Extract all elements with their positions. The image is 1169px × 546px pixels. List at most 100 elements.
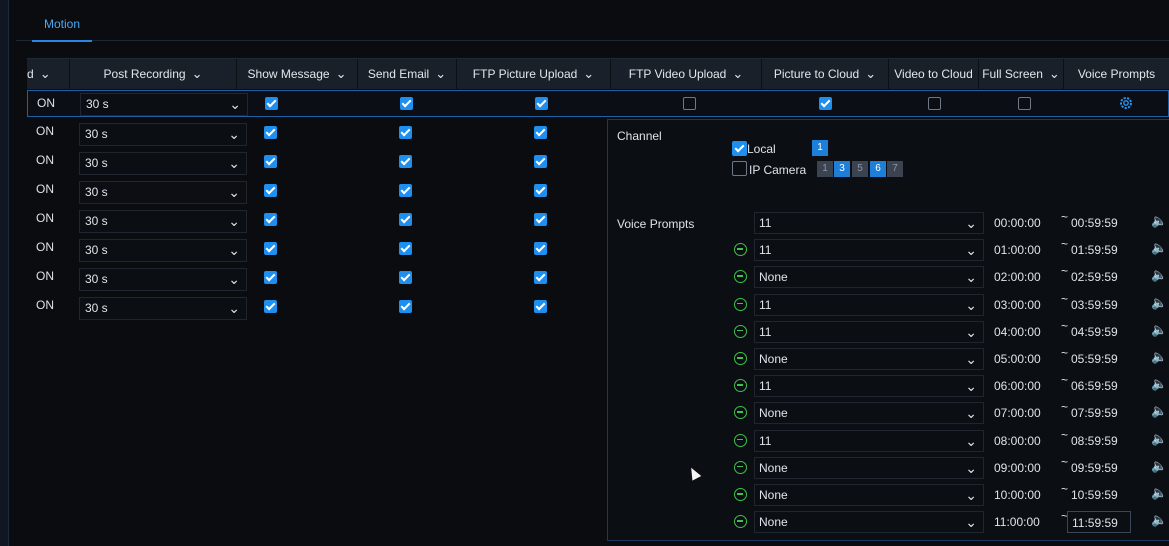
remove-circle-icon[interactable] — [734, 243, 747, 257]
end-time-field[interactable]: 09:59:59 — [1067, 457, 1131, 479]
local-channel-1[interactable]: 1 — [812, 140, 828, 156]
tab-motion[interactable]: Motion — [32, 16, 92, 42]
full-screen-checkbox[interactable] — [1018, 97, 1031, 110]
speaker-icon[interactable]: 🔈 — [1151, 404, 1167, 419]
ftp-picture-upload-checkbox[interactable] — [534, 126, 547, 139]
ftp-picture-upload-checkbox[interactable] — [534, 271, 547, 284]
voice-sound-select[interactable]: None ⌄ — [754, 266, 984, 289]
start-time-field[interactable]: 07:00:00 — [994, 402, 1058, 424]
speaker-icon[interactable]: 🔈 — [1151, 459, 1167, 474]
ip-camera-channel-1[interactable]: 1 — [817, 161, 833, 177]
voice-sound-select[interactable]: None ⌄ — [754, 484, 984, 506]
table-row[interactable]: ON 30 s ⌄ — [27, 178, 607, 206]
ftp-picture-upload-checkbox[interactable] — [534, 213, 547, 226]
table-row[interactable]: ON 30 s ⌄ — [27, 236, 607, 264]
speaker-icon[interactable]: 🔈 — [1151, 241, 1167, 256]
table-row[interactable]: ON 30 s ⌄ — [27, 294, 607, 322]
voice-sound-select[interactable]: 11 ⌄ — [754, 212, 984, 234]
show-message-checkbox[interactable] — [265, 97, 278, 110]
start-time-field[interactable]: 03:00:00 — [994, 294, 1058, 316]
table-row-selected[interactable]: ON 30 s ⌄ — [27, 90, 1169, 117]
send-email-checkbox[interactable] — [400, 97, 413, 110]
ftp-video-upload-checkbox[interactable] — [683, 97, 696, 110]
send-email-checkbox[interactable] — [399, 155, 412, 168]
voice-sound-select[interactable]: 11 ⌄ — [754, 429, 984, 452]
show-message-checkbox[interactable] — [264, 126, 277, 139]
remove-circle-icon[interactable] — [734, 270, 747, 284]
voice-sound-select[interactable]: None ⌄ — [754, 402, 984, 425]
speaker-icon[interactable]: 🔈 — [1151, 432, 1167, 447]
end-time-field[interactable]: 00:59:59 — [1067, 212, 1131, 234]
table-row[interactable]: ON 30 s ⌄ — [27, 149, 607, 177]
column-header-4[interactable]: FTP Picture Upload ⌄ — [457, 59, 611, 89]
end-time-field[interactable]: 11:59:59 — [1067, 511, 1131, 534]
column-header-3[interactable]: Send Email ⌄ — [358, 59, 457, 89]
speaker-icon[interactable]: 🔈 — [1151, 350, 1167, 365]
ftp-picture-upload-checkbox[interactable] — [534, 242, 547, 255]
end-time-field[interactable]: 03:59:59 — [1067, 294, 1131, 316]
speaker-icon[interactable]: 🔈 — [1151, 513, 1167, 528]
table-row[interactable]: ON 30 s ⌄ — [27, 120, 607, 148]
voice-sound-select[interactable]: None ⌄ — [754, 456, 984, 479]
end-time-field[interactable]: 10:59:59 — [1067, 484, 1131, 506]
remove-circle-icon[interactable] — [734, 406, 747, 420]
ip-camera-channel-7[interactable]: 7 — [887, 161, 903, 177]
remove-circle-icon[interactable] — [734, 352, 747, 365]
remove-circle-icon[interactable] — [734, 460, 747, 474]
ftp-picture-upload-checkbox[interactable] — [534, 300, 547, 313]
ip-camera-channel-3[interactable]: 3 — [834, 161, 850, 177]
send-email-checkbox[interactable] — [399, 126, 412, 139]
post-recording-select[interactable]: 30 s ⌄ — [79, 268, 247, 291]
table-row[interactable]: ON 30 s ⌄ — [27, 265, 607, 293]
voice-sound-select[interactable]: 11 ⌄ — [754, 375, 984, 398]
show-message-checkbox[interactable] — [264, 271, 277, 284]
start-time-field[interactable]: 01:00:00 — [994, 239, 1058, 261]
show-message-checkbox[interactable] — [264, 184, 277, 197]
end-time-field[interactable]: 06:59:59 — [1067, 375, 1131, 397]
speaker-icon[interactable]: 🔈 — [1151, 377, 1167, 392]
speaker-icon[interactable]: 🔈 — [1151, 323, 1167, 338]
ip-camera-checkbox[interactable] — [732, 161, 747, 176]
gear-icon[interactable] — [1119, 96, 1133, 110]
show-message-checkbox[interactable] — [264, 242, 277, 255]
ip-camera-channel-6[interactable]: 6 — [870, 161, 886, 177]
post-recording-select[interactable]: 30 s ⌄ — [79, 181, 247, 204]
end-time-field[interactable]: 08:59:59 — [1067, 430, 1131, 452]
remove-circle-icon[interactable] — [734, 515, 747, 529]
speaker-icon[interactable]: 🔈 — [1151, 268, 1167, 283]
column-header-5[interactable]: FTP Video Upload ⌄ — [611, 59, 762, 89]
ftp-picture-upload-checkbox[interactable] — [534, 184, 547, 197]
column-header-6[interactable]: Picture to Cloud ⌄ — [762, 59, 889, 89]
start-time-field[interactable]: 06:00:00 — [994, 375, 1058, 397]
send-email-checkbox[interactable] — [399, 184, 412, 197]
speaker-icon[interactable]: 🔈 — [1151, 486, 1167, 501]
start-time-field[interactable]: 05:00:00 — [994, 348, 1058, 370]
send-email-checkbox[interactable] — [399, 300, 412, 313]
column-header-2[interactable]: Show Message ⌄ — [237, 59, 358, 89]
post-recording-select[interactable]: 30 s ⌄ — [79, 210, 247, 233]
video-to-cloud-checkbox[interactable] — [928, 97, 941, 110]
local-checkbox[interactable] — [732, 141, 747, 156]
table-row[interactable]: ON 30 s ⌄ — [27, 207, 607, 235]
ip-camera-channel-5[interactable]: 5 — [852, 161, 868, 177]
voice-sound-select[interactable]: None ⌄ — [754, 348, 984, 370]
remove-circle-icon[interactable] — [734, 433, 747, 447]
start-time-field[interactable]: 10:00:00 — [994, 484, 1058, 506]
voice-sound-select[interactable]: 11 ⌄ — [754, 320, 984, 343]
post-recording-select[interactable]: 30 s ⌄ — [79, 152, 247, 175]
column-header-0[interactable]: d ⌄ — [27, 59, 70, 89]
ftp-picture-upload-checkbox[interactable] — [535, 97, 548, 110]
start-time-field[interactable]: 02:00:00 — [994, 266, 1058, 288]
voice-sound-select[interactable]: None ⌄ — [754, 511, 984, 534]
column-header-8[interactable]: Full Screen ⌄ — [979, 59, 1064, 89]
send-email-checkbox[interactable] — [399, 242, 412, 255]
column-header-1[interactable]: Post Recording ⌄ — [70, 59, 237, 89]
show-message-checkbox[interactable] — [264, 213, 277, 226]
ftp-picture-upload-checkbox[interactable] — [534, 155, 547, 168]
show-message-checkbox[interactable] — [264, 155, 277, 168]
send-email-checkbox[interactable] — [399, 271, 412, 284]
post-recording-select[interactable]: 30 s ⌄ — [79, 297, 247, 320]
picture-to-cloud-checkbox[interactable] — [819, 97, 832, 110]
remove-circle-icon[interactable] — [734, 379, 747, 393]
start-time-field[interactable]: 09:00:00 — [994, 457, 1058, 479]
